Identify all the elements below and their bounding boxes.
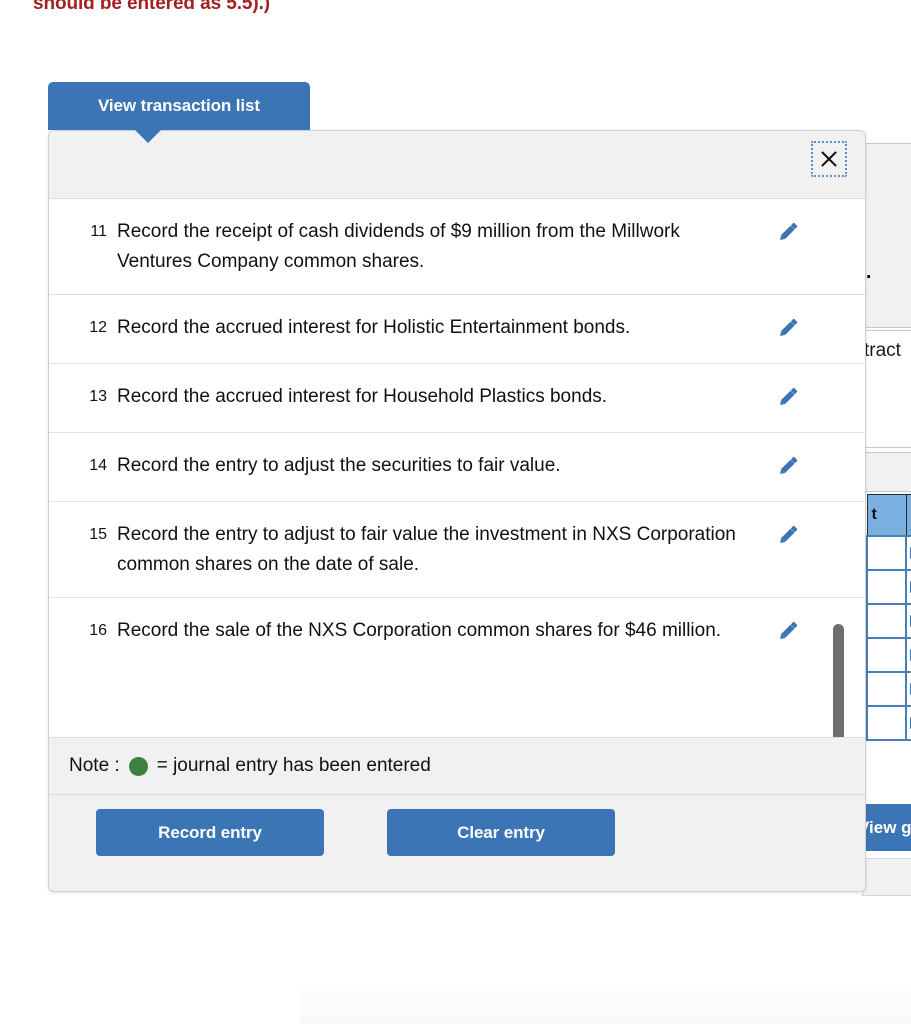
background-panel-top — [862, 143, 911, 328]
transaction-number: 16 — [89, 622, 107, 639]
background-table-row — [865, 671, 911, 707]
tab-pointer-notch — [134, 129, 162, 143]
green-dot-icon — [128, 756, 148, 776]
transaction-description: Record the receipt of cash dividends of … — [117, 221, 680, 272]
note-suffix-label: = journal entry has been entered — [156, 755, 431, 776]
transaction-number: 15 — [89, 526, 107, 543]
background-table-row — [865, 603, 911, 639]
background-table-cell-dropdown — [905, 535, 911, 571]
transaction-number: 12 — [89, 319, 107, 336]
pencil-icon — [775, 453, 801, 484]
transaction-list-scrollbar-thumb[interactable] — [833, 624, 844, 737]
edit-transaction-button[interactable] — [757, 616, 819, 649]
background-table-row — [865, 569, 911, 605]
background-table-row — [865, 637, 911, 673]
background-table-header-row: t — [866, 494, 911, 537]
background-table-header-cell-2 — [905, 494, 911, 537]
transaction-description: Record the accrued interest for Holistic… — [117, 317, 631, 338]
edit-transaction-button[interactable] — [757, 217, 819, 250]
note-bar: Note : = journal entry has been entered — [49, 738, 865, 795]
edit-transaction-button[interactable] — [757, 382, 819, 415]
transaction-list-scroll-area[interactable]: 11 Record the receipt of cash dividends o… — [49, 199, 865, 738]
pencil-icon — [775, 384, 801, 415]
transaction-description: Record the sale of the NXS Corporation c… — [117, 620, 722, 641]
background-table-cell-dropdown — [905, 603, 911, 639]
dialog-footer: Record entry Clear entry — [49, 795, 865, 891]
transaction-row[interactable]: 12 Record the accrued interest for Holist… — [49, 295, 865, 364]
edit-transaction-button[interactable] — [757, 313, 819, 346]
background-table-cell — [865, 637, 908, 673]
background-table-cell — [865, 603, 908, 639]
transaction-number: 13 — [89, 388, 107, 405]
transaction-list: 11 Record the receipt of cash dividends o… — [49, 199, 865, 666]
pencil-icon — [775, 522, 801, 553]
edit-transaction-button[interactable] — [757, 451, 819, 484]
pencil-icon — [775, 219, 801, 250]
close-x-icon — [820, 150, 838, 168]
background-table-cell-dropdown — [905, 671, 911, 707]
transaction-row[interactable]: 11 Record the receipt of cash dividends o… — [49, 199, 865, 295]
background-table-cell — [865, 705, 908, 741]
transaction-number: 14 — [89, 457, 107, 474]
background-table-cell-dropdown — [905, 637, 911, 673]
transaction-list-scrollbar-track[interactable] — [833, 199, 855, 737]
transaction-row[interactable]: 13 Record the accrued interest for Househ… — [49, 364, 865, 433]
background-table-row — [865, 705, 911, 741]
edit-transaction-button[interactable] — [757, 520, 819, 553]
background-table-body — [865, 535, 911, 741]
background-table-cell-dropdown — [905, 705, 911, 741]
background-table-cell — [865, 569, 908, 605]
transaction-list-dialog: 11 Record the receipt of cash dividends o… — [48, 130, 866, 892]
background-table-cell-dropdown — [905, 569, 911, 605]
transaction-row[interactable]: 15 Record the entry to adjust to fair val… — [49, 502, 865, 598]
background-table-cell — [865, 671, 908, 707]
transaction-number: 11 — [90, 223, 107, 240]
background-table-header-cell: t — [866, 494, 907, 537]
close-dialog-button[interactable] — [811, 141, 847, 177]
background-table-cell — [865, 535, 908, 571]
background-journal-table: t — [865, 494, 911, 741]
background-panel-lower — [860, 452, 911, 492]
transaction-description: Record the entry to adjust the securitie… — [117, 455, 561, 476]
transaction-description: Record the entry to adjust to fair value… — [117, 524, 736, 575]
transaction-row[interactable]: 14 Record the entry to adjust the securit… — [49, 433, 865, 502]
record-entry-button[interactable]: Record entry — [96, 809, 324, 856]
view-transaction-list-tab[interactable]: View transaction list — [48, 82, 310, 130]
pencil-icon — [775, 315, 801, 346]
background-table-row — [865, 535, 911, 571]
background-period-mark: . — [866, 262, 872, 283]
dialog-header — [49, 131, 865, 199]
note-prefix-label: Note : — [69, 755, 120, 776]
transaction-description: Record the accrued interest for Househol… — [117, 386, 608, 407]
pencil-icon — [775, 618, 801, 649]
background-fragment-text: tract — [864, 340, 901, 361]
clear-entry-button[interactable]: Clear entry — [387, 809, 615, 856]
transaction-row[interactable]: 16 Record the sale of the NXS Corporation… — [49, 598, 865, 666]
instruction-text: should be entered as 5.5).) — [33, 0, 270, 14]
background-bottom-strip — [862, 858, 911, 896]
